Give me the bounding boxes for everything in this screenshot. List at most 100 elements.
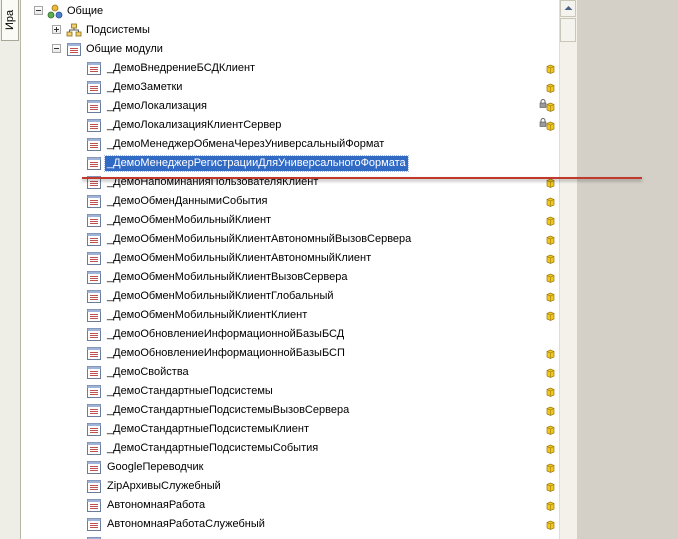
- support-status-icon: [546, 501, 555, 511]
- support-status-icon: [546, 482, 555, 492]
- tree-node-label: _ДемоСтандартныеПодсистемыВызовСервера: [107, 404, 350, 416]
- tree-node-label: _ДемоЗаметки: [107, 81, 183, 93]
- tree-node-module[interactable]: _ДемоСтандартныеПодсистемыСобытия: [21, 439, 559, 458]
- tree-node-module[interactable]: _ДемоОбменМобильныйКлиентАвтономныйВызов…: [21, 230, 559, 249]
- common-module-icon: [86, 289, 102, 304]
- tree-node-label: ZipАрхивыСлужебный: [107, 480, 221, 492]
- common-group-icon: [47, 4, 63, 19]
- tree-node-label: _ДемоОбменМобильныйКлиентАвтономныйКлиен…: [107, 252, 372, 264]
- common-module-icon: [86, 498, 102, 513]
- common-module-icon: [86, 61, 102, 76]
- tree-node-label: _ДемоСтандартныеПодсистемы: [107, 385, 273, 397]
- tree-node-module[interactable]: _ДемоЛокализацияКлиентСервер: [21, 116, 559, 135]
- tree-node-label: _ДемоСтандартныеПодсистемыСобытия: [107, 442, 319, 454]
- tree-node-module[interactable]: _ДемоМенеджерОбменаЧерезУниверсальныйФор…: [21, 135, 559, 154]
- tree-node-module[interactable]: _ДемоОбменМобильныйКлиентКлиент: [21, 306, 559, 325]
- common-module-icon: [86, 99, 102, 114]
- tree-node-label: GoogleПереводчик: [107, 461, 204, 473]
- tree-node-common[interactable]: Общие: [21, 2, 559, 21]
- support-status-icon: [546, 463, 555, 473]
- tree-node-module[interactable]: _ДемоСтандартныеПодсистемыВызовСервера: [21, 401, 559, 420]
- tree-node-module[interactable]: _ДемоМенеджерРегистрацииДляУниверсальног…: [21, 154, 559, 173]
- tree-node-module[interactable]: _ДемоОбменМобильныйКлиентГлобальный: [21, 287, 559, 306]
- support-status-icon: [546, 273, 555, 283]
- tree-node-label: _ДемоОбменМобильныйКлиентГлобальный: [107, 290, 334, 302]
- tree-node-label: Общие: [67, 5, 104, 17]
- support-status-icon: [546, 406, 555, 416]
- common-module-icon: [86, 270, 102, 285]
- tree-node-module[interactable]: _ДемоНапоминанияПользователяКлиент: [21, 173, 559, 192]
- scroll-thumb[interactable]: [560, 18, 576, 42]
- tree-node-label: Подсистемы: [86, 24, 150, 36]
- common-module-icon: [86, 232, 102, 247]
- tree-node-module[interactable]: _ДемоОбменДаннымиСобытия: [21, 192, 559, 211]
- common-module-icon: [86, 365, 102, 380]
- collapse-toggle[interactable]: [34, 6, 43, 15]
- tree-node-module[interactable]: АвтономнаяРаботаСлужебный: [21, 515, 559, 534]
- common-module-icon: [86, 213, 102, 228]
- tree-node-label: _ДемоОбменМобильныйКлиентВызовСервера: [107, 271, 348, 283]
- support-status-icon: [546, 197, 555, 207]
- tree-node-module[interactable]: _ДемоСтандартныеПодсистемы: [21, 382, 559, 401]
- tree-node-label: _ДемоОбменМобильныйКлиентКлиент: [107, 309, 308, 321]
- subsystems-icon: [66, 23, 82, 38]
- common-module-icon: [86, 251, 102, 266]
- tree-node-module[interactable]: ZipАрхивыСлужебный: [21, 477, 559, 496]
- common-module-icon: [86, 156, 102, 171]
- tree-node-label: _ДемоОбновлениеИнформационнойБазыБСД: [107, 328, 345, 340]
- collapse-toggle[interactable]: [52, 44, 61, 53]
- expand-toggle[interactable]: [52, 25, 61, 34]
- tree-node-module[interactable]: _ДемоОбменМобильныйКлиент: [21, 211, 559, 230]
- tree-node-subsystems[interactable]: Подсистемы: [21, 21, 559, 40]
- tree-node-common-modules[interactable]: Общие модули: [21, 40, 559, 59]
- common-module-icon: [86, 384, 102, 399]
- support-status-icon: [546, 444, 555, 454]
- tree-node-label: _ДемоСтандартныеПодсистемыКлиент: [107, 423, 310, 435]
- common-module-icon: [86, 327, 102, 342]
- support-status-icon: [546, 121, 555, 131]
- left-panel-tab-label: Ира: [4, 9, 16, 30]
- tree-node-module[interactable]: _ДемоОбновлениеИнформационнойБазыБСД: [21, 325, 559, 344]
- right-panel-background: [577, 0, 678, 539]
- tree-node-label: _ДемоСвойства: [107, 366, 189, 378]
- tree-node-label: _ДемоОбменДаннымиСобытия: [107, 195, 268, 207]
- drop-insert-indicator: [82, 177, 642, 179]
- tree-node-module[interactable]: _ДемоОбменМобильныйКлиентВызовСервера: [21, 268, 559, 287]
- vertical-scrollbar[interactable]: [559, 0, 577, 539]
- tree-node-module[interactable]: _ДемоОбменМобильныйКлиентАвтономныйКлиен…: [21, 249, 559, 268]
- support-status-icon: [546, 83, 555, 93]
- tree-node-module[interactable]: _ДемоВнедрениеБСДКлиент: [21, 59, 559, 78]
- support-status-icon: [546, 254, 555, 264]
- support-status-icon: [546, 216, 555, 226]
- support-status-icon: [546, 349, 555, 359]
- tree-node-label: _ДемоМенеджерРегистрацииДляУниверсальног…: [104, 155, 409, 172]
- common-module-icon: [86, 441, 102, 456]
- common-module-icon: [86, 118, 102, 133]
- tree-node-label: _ДемоЛокализацияКлиентСервер: [107, 119, 282, 131]
- tree-node-label: _ДемоОбновлениеИнформационнойБазыБСП: [107, 347, 345, 359]
- tree-node-module[interactable]: _ДемоЗаметки: [21, 78, 559, 97]
- tree-node-module[interactable]: АвтономнаяРабота: [21, 496, 559, 515]
- tree-node-label: АвтономнаяРаботаСлужебный: [107, 518, 265, 530]
- common-module-icon: [86, 422, 102, 437]
- left-panel-tab[interactable]: Ира: [1, 0, 19, 41]
- common-module-icon: [86, 308, 102, 323]
- tree-node-module[interactable]: _ДемоСтандартныеПодсистемыКлиент: [21, 420, 559, 439]
- common-modules-icon: [66, 42, 82, 57]
- tree-node-module[interactable]: GoogleПереводчик: [21, 458, 559, 477]
- support-status-icon: [546, 235, 555, 245]
- common-module-icon: [86, 80, 102, 95]
- tree-node-label: Общие модули: [86, 43, 163, 55]
- tree-node-module[interactable]: _ДемоОбновлениеИнформационнойБазыБСП: [21, 344, 559, 363]
- configuration-tree[interactable]: Общие Подсистемы Общие модули _ДемоВнедр…: [21, 0, 559, 539]
- common-module-icon: [86, 194, 102, 209]
- tree-node-module[interactable]: _ДемоСвойства: [21, 363, 559, 382]
- support-status-icon: [546, 387, 555, 397]
- tree-node-label: _ДемоОбменМобильныйКлиентАвтономныйВызов…: [107, 233, 412, 245]
- scroll-up-button[interactable]: [560, 0, 576, 17]
- support-status-icon: [546, 311, 555, 321]
- support-status-icon: [546, 102, 555, 112]
- tree-node-module[interactable]: _ДемоЛокализация: [21, 97, 559, 116]
- support-status-icon: [546, 64, 555, 74]
- tree-node-module[interactable]: [21, 534, 559, 539]
